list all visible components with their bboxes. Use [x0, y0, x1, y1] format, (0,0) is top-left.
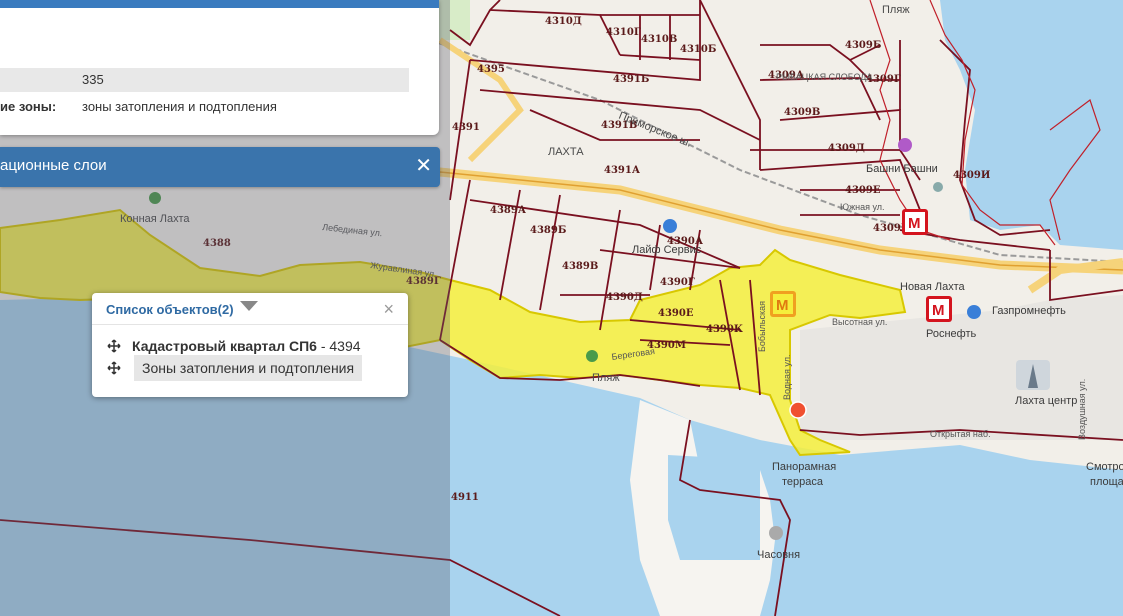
svg-text:М: М	[932, 302, 945, 319]
parcel-label: 4309Д	[828, 143, 865, 154]
place-label: Новая Лахта	[900, 281, 966, 293]
park-icon	[149, 192, 161, 204]
parcel-label: 4310Г	[606, 27, 641, 38]
attribute-row: ие зоны: зоны затопления и подтопления	[0, 95, 420, 119]
parcel-label: 4310Б	[680, 44, 716, 55]
metro-icon[interactable]: М	[902, 209, 928, 235]
hotel-icon[interactable]	[898, 138, 912, 152]
attribute-value: зоны затопления и подтопления	[82, 99, 277, 114]
svg-text:М: М	[776, 297, 789, 314]
place-label: РЫБАЦКАЯ СЛОБОДА	[776, 72, 872, 82]
place-label: терраса	[782, 476, 824, 488]
chapel-icon[interactable]	[769, 526, 783, 540]
place-label: Панорамная	[772, 461, 836, 473]
close-icon[interactable]: ✕	[415, 153, 432, 178]
parcel-label: 4389Б	[530, 225, 566, 236]
list-item-label: Зоны затопления и подтопления	[134, 355, 363, 381]
parcel-label: 4309Е	[845, 185, 881, 196]
caret-down-icon[interactable]	[240, 301, 258, 311]
place-label: Лахта центр	[1015, 395, 1077, 407]
place-label: площа	[1090, 476, 1123, 488]
selected-point-marker[interactable]	[789, 401, 807, 419]
popup-title: Список объектов(2)	[106, 302, 234, 317]
parcel-label: 4309И	[953, 170, 990, 181]
attribute-value: 335	[82, 72, 104, 87]
place-label: Роснефть	[926, 328, 977, 340]
attribute-panel-header	[0, 0, 439, 8]
car-service-icon[interactable]	[663, 219, 677, 233]
parcel-label: 4389В	[562, 261, 598, 272]
place-label: Пляж	[592, 372, 620, 384]
parcel-label: 4391Б	[613, 74, 649, 85]
parcel-label: 4395	[477, 64, 505, 75]
close-icon[interactable]: ×	[383, 299, 394, 320]
parcel-label: 4391	[452, 122, 480, 133]
list-item-name: Кадастровый квартал СП6	[132, 338, 317, 354]
layers-panel-title: ационные слои	[0, 157, 107, 174]
parcel-label: 4309Б	[845, 40, 881, 51]
divider	[92, 324, 408, 325]
place-label: Башни Башни	[866, 163, 938, 175]
place-label: Газпромнефть	[992, 305, 1066, 317]
parcel-label: 4391А	[604, 165, 641, 176]
lakhta-tower-icon[interactable]	[1016, 360, 1050, 390]
street-label: Южная ул.	[840, 202, 885, 212]
place-label: Конная Лахта	[120, 213, 190, 225]
metro-icon[interactable]: М	[770, 291, 796, 317]
parcel-label: 4390Г	[660, 277, 695, 288]
beach-icon	[586, 350, 598, 362]
street-label: Бобыльская	[757, 301, 767, 352]
parcel-label: 4390Е	[658, 308, 694, 319]
metro-icon[interactable]: М	[926, 296, 952, 322]
parcel-label: 4310Д	[545, 16, 582, 27]
parcel-label: 4390Д	[606, 292, 643, 303]
parcel-label: 4911	[451, 492, 479, 503]
place-label: ЛАХТА	[548, 146, 584, 158]
street-label: Воздушная ул.	[1077, 379, 1087, 440]
place-label: Лайф Сервис	[632, 244, 702, 256]
street-label: Открытая наб.	[930, 429, 991, 439]
attribute-panel: 335 ие зоны: зоны затопления и подтоплен…	[0, 0, 439, 135]
layers-panel-header[interactable]: ационные слои ✕	[0, 147, 440, 187]
list-item-suffix: - 4394	[316, 338, 361, 354]
place-label: Смотро	[1086, 461, 1123, 473]
parcel-label: 4388	[203, 238, 231, 249]
fuel-station-icon[interactable]	[967, 305, 981, 319]
parcel-label: 4389А	[490, 205, 527, 216]
object-list-popup: Список объектов(2) × Кадастровый квартал…	[92, 293, 408, 397]
parcel-label: 4390К	[706, 324, 743, 335]
place-label: Пляж	[882, 4, 910, 16]
parcel-label: 4310В	[641, 34, 677, 45]
poi-icon	[933, 182, 943, 192]
attribute-row: 335	[0, 68, 409, 92]
svg-text:М: М	[908, 215, 921, 232]
street-label: Водная ул.	[782, 355, 792, 400]
street-label: Высотная ул.	[832, 317, 887, 327]
place-label: Часовня	[757, 549, 800, 561]
move-icon[interactable]	[106, 355, 122, 381]
attribute-label: ие зоны:	[0, 99, 57, 114]
parcel-label: 4309В	[784, 107, 820, 118]
